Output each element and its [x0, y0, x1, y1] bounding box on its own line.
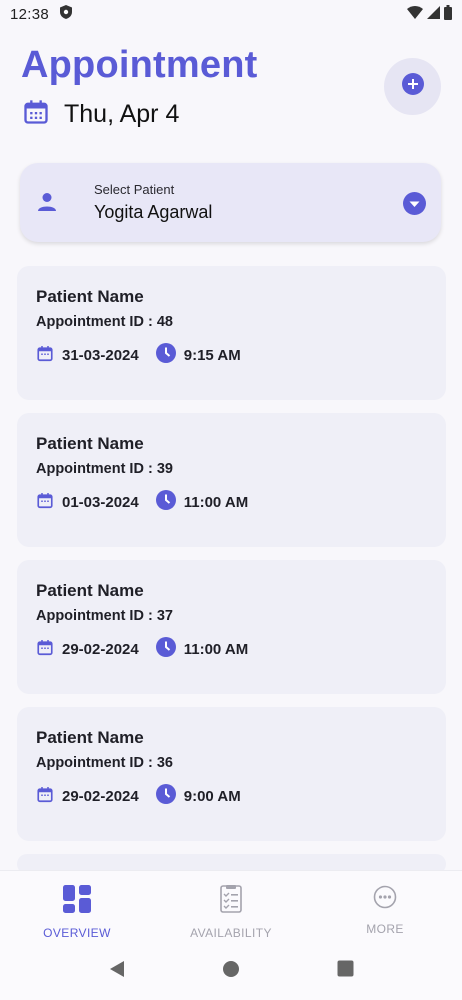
patient-name: Patient Name [36, 434, 144, 453]
appointment-date: 31-03-2024 [62, 347, 139, 364]
calendar-icon [36, 785, 54, 809]
add-appointment-button[interactable] [384, 58, 441, 115]
patient-name: Patient Name [36, 581, 144, 600]
nav-overview-label: OVERVIEW [43, 926, 111, 940]
page-title: Appointment [21, 44, 258, 86]
appointment-date: 01-03-2024 [62, 494, 139, 511]
date-selector[interactable]: Thu, Apr 4 [22, 98, 179, 131]
appointment-date: 29-02-2024 [62, 788, 139, 805]
dashboard-icon [63, 885, 91, 918]
appointment-time: 9:00 AM [183, 788, 241, 805]
patient-select-caption: Select Patient [94, 182, 175, 197]
appointment-id: Appointment ID : 37 [36, 608, 173, 624]
person-icon [36, 191, 58, 218]
nav-availability[interactable]: AVAILABILITY [154, 871, 308, 942]
bottom-navigation: OVERVIEW AVAILABILITY MORE [0, 870, 462, 942]
calendar-icon [36, 491, 54, 515]
calendar-icon [22, 98, 50, 131]
appointment-card[interactable]: Patient Name Appointment ID : 37 29-02-202… [17, 560, 446, 694]
appointment-datetime: 29-02-2024 11:00 AM [36, 637, 248, 662]
appointment-time: 11:00 AM [183, 494, 249, 511]
nav-availability-label: AVAILABILITY [190, 926, 272, 940]
appointment-card[interactable]: Patient Name Appointment ID : 39 01-03-202… [17, 413, 446, 547]
patient-select-dropdown[interactable]: Select Patient Yogita Agarwal [20, 163, 441, 242]
appointment-datetime: 29-02-2024 9:00 AM [36, 784, 241, 809]
appointment-card[interactable]: Patient Name Appointment ID : 36 29-02-202… [17, 707, 446, 841]
appointment-datetime: 01-03-2024 11:00 AM [36, 490, 248, 515]
more-icon [373, 885, 397, 914]
appointment-id: Appointment ID : 36 [36, 755, 173, 771]
back-icon[interactable] [108, 960, 126, 983]
appointment-id: Appointment ID : 48 [36, 314, 173, 330]
dropdown-arrow-icon[interactable] [403, 192, 426, 220]
recents-icon[interactable] [337, 960, 354, 982]
battery-icon [444, 4, 452, 24]
nav-more[interactable]: MORE [308, 871, 462, 942]
patient-select-value: Yogita Agarwal [94, 202, 213, 222]
calendar-icon [36, 344, 54, 368]
selected-date: Thu, Apr 4 [64, 100, 180, 128]
checklist-icon [220, 885, 242, 918]
signal-icon [427, 5, 440, 23]
patient-name: Patient Name [36, 728, 144, 747]
appointment-time: 9:15 AM [183, 347, 241, 364]
nav-more-label: MORE [366, 922, 404, 936]
patient-name: Patient Name [36, 287, 144, 306]
nav-overview[interactable]: OVERVIEW [0, 871, 154, 942]
calendar-icon [36, 638, 54, 662]
appointment-time: 11:00 AM [183, 641, 249, 658]
wifi-icon [407, 5, 423, 23]
appointment-card[interactable]: Patient Name Appointment ID : 48 31-03-202… [17, 266, 446, 400]
clock-icon [155, 637, 176, 662]
status-bar: 12:38 [0, 0, 462, 28]
shield-icon [59, 4, 73, 24]
home-icon[interactable] [222, 960, 240, 983]
system-navigation-bar [0, 942, 462, 1000]
appointment-date: 29-02-2024 [62, 641, 139, 658]
clock-icon [155, 490, 176, 515]
add-circle-icon [401, 73, 424, 100]
status-time: 12:38 [10, 5, 50, 23]
appointment-id: Appointment ID : 39 [36, 461, 173, 477]
clock-icon [155, 784, 176, 809]
appointment-datetime: 31-03-2024 9:15 AM [36, 343, 241, 368]
clock-icon [155, 343, 176, 368]
